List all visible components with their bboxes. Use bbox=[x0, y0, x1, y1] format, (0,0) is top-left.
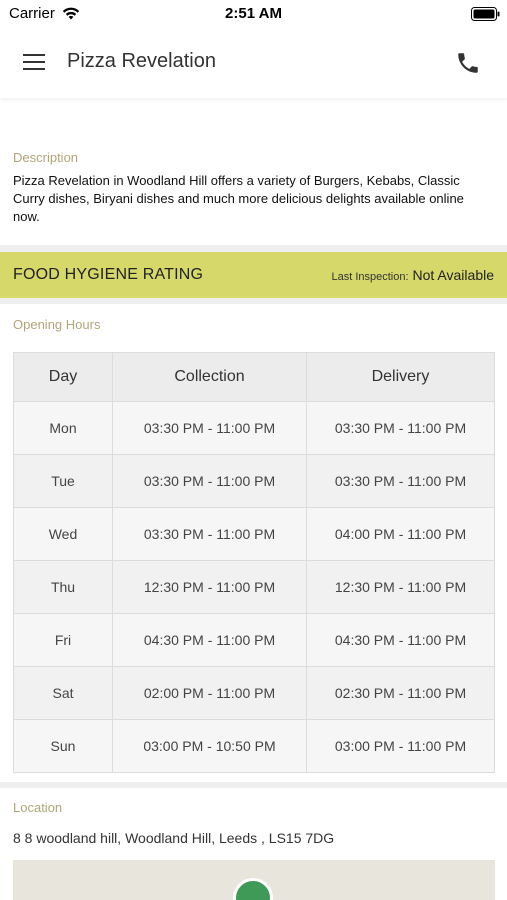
phone-icon[interactable] bbox=[455, 50, 481, 76]
table-row: Sun 03:00 PM - 10:50 PM 03:00 PM - 11:00… bbox=[13, 719, 495, 773]
collection-cell: 03:30 PM - 11:00 PM bbox=[112, 507, 307, 561]
hamburger-menu-icon[interactable] bbox=[22, 52, 46, 72]
table-row: Thu 12:30 PM - 11:00 PM 12:30 PM - 11:00… bbox=[13, 560, 495, 614]
table-row: Mon 03:30 PM - 11:00 PM 03:30 PM - 11:00… bbox=[13, 401, 495, 455]
opening-hours-table: Day Collection Delivery Mon 03:30 PM - 1… bbox=[13, 352, 495, 773]
delivery-cell: 03:30 PM - 11:00 PM bbox=[306, 401, 495, 455]
location-address: 8 8 woodland hill, Woodland Hill, Leeds … bbox=[13, 830, 335, 846]
collection-cell: 02:00 PM - 11:00 PM bbox=[112, 666, 307, 720]
location-map[interactable] bbox=[13, 860, 495, 900]
collection-cell: 03:30 PM - 11:00 PM bbox=[112, 401, 307, 455]
collection-cell: 12:30 PM - 11:00 PM bbox=[112, 560, 307, 614]
battery-icon bbox=[471, 7, 500, 21]
description-text: Pizza Revelation in Woodland Hill offers… bbox=[13, 173, 464, 224]
delivery-cell: 03:00 PM - 11:00 PM bbox=[306, 719, 495, 773]
delivery-cell: 12:30 PM - 11:00 PM bbox=[306, 560, 495, 614]
last-inspection-value: Not Available bbox=[412, 267, 494, 283]
location-label: Location bbox=[13, 800, 63, 815]
day-cell: Mon bbox=[13, 401, 113, 455]
collection-cell: 04:30 PM - 11:00 PM bbox=[112, 613, 307, 667]
table-row: Tue 03:30 PM - 11:00 PM 03:30 PM - 11:00… bbox=[13, 454, 495, 508]
day-cell: Sun bbox=[13, 719, 113, 773]
day-cell: Fri bbox=[13, 613, 113, 667]
last-inspection: Last Inspection: Not Available bbox=[331, 267, 494, 283]
column-header-day: Day bbox=[13, 352, 113, 402]
app-header: Pizza Revelation bbox=[0, 28, 507, 98]
collection-cell: 03:30 PM - 11:00 PM bbox=[112, 454, 307, 508]
opening-hours-label: Opening Hours bbox=[13, 317, 101, 332]
delivery-cell: 04:00 PM - 11:00 PM bbox=[306, 507, 495, 561]
delivery-cell: 04:30 PM - 11:00 PM bbox=[306, 613, 495, 667]
day-cell: Sat bbox=[13, 666, 113, 720]
collection-cell: 03:00 PM - 10:50 PM bbox=[112, 719, 307, 773]
description-label: Description bbox=[13, 150, 79, 165]
last-inspection-label: Last Inspection: bbox=[331, 271, 409, 283]
column-header-collection: Collection bbox=[112, 352, 307, 402]
table-row: Sat 02:00 PM - 11:00 PM 02:30 PM - 11:00… bbox=[13, 666, 495, 720]
section-divider bbox=[0, 298, 507, 304]
food-hygiene-bar: FOOD HYGIENE RATING Last Inspection: Not … bbox=[0, 252, 507, 298]
table-row: Fri 04:30 PM - 11:00 PM 04:30 PM - 11:00… bbox=[13, 613, 495, 667]
section-divider bbox=[0, 245, 507, 252]
map-pin-icon bbox=[233, 878, 273, 900]
day-cell: Tue bbox=[13, 454, 113, 508]
status-bar: Carrier 2:51 AM bbox=[0, 0, 507, 28]
page-title: Pizza Revelation bbox=[67, 50, 216, 72]
delivery-cell: 03:30 PM - 11:00 PM bbox=[306, 454, 495, 508]
table-row: Wed 03:30 PM - 11:00 PM 04:00 PM - 11:00… bbox=[13, 507, 495, 561]
delivery-cell: 02:30 PM - 11:00 PM bbox=[306, 666, 495, 720]
day-cell: Thu bbox=[13, 560, 113, 614]
day-cell: Wed bbox=[13, 507, 113, 561]
column-header-delivery: Delivery bbox=[306, 352, 495, 402]
section-divider bbox=[0, 782, 507, 788]
hygiene-title: FOOD HYGIENE RATING bbox=[13, 266, 204, 283]
table-header-row: Day Collection Delivery bbox=[13, 352, 495, 402]
status-time: 2:51 AM bbox=[225, 5, 282, 22]
